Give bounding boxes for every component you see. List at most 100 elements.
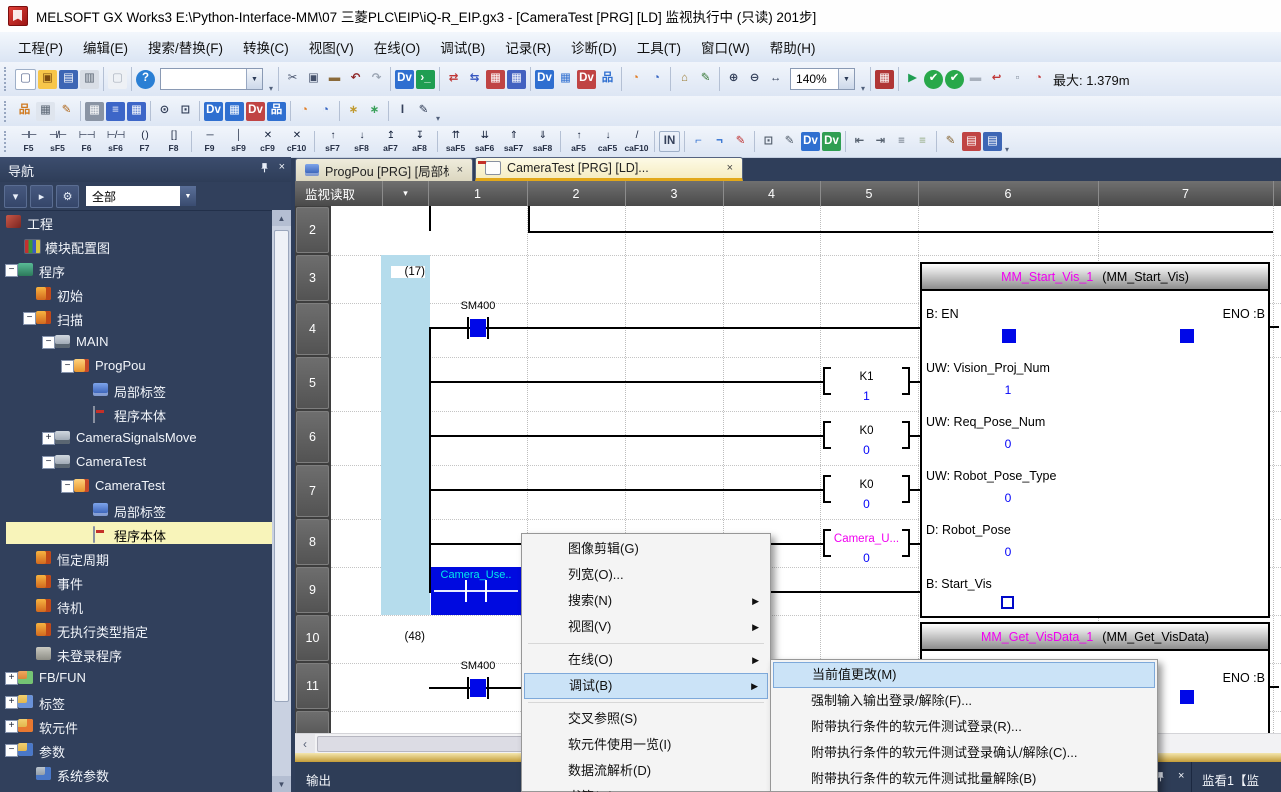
chevron-down-icon[interactable]: ▼ (246, 69, 262, 89)
menu-item-附带执行条件的软元件测试登录确认/解除(C)...[interactable]: 附带执行条件的软元件测试登录确认/解除(C)... (773, 740, 1155, 766)
menu-item-当前值更改(M)[interactable]: 当前值更改(M) (773, 662, 1155, 688)
tree-item-16[interactable]: 待机 (0, 594, 272, 618)
vertical-line-button[interactable]: │sF9 (224, 127, 253, 156)
toolbar-grip[interactable] (4, 67, 10, 91)
delete-hline-button[interactable]: ✕cF9 (253, 127, 282, 156)
branch-rising-closed-button[interactable]: ⇑saF7 (499, 127, 528, 156)
dev-green-icon[interactable]: Dv (822, 132, 841, 151)
menu-item-附带执行条件的软元件测试登录(R)...[interactable]: 附带执行条件的软元件测试登录(R)... (773, 714, 1155, 740)
device-tree-icon[interactable]: 品 (598, 70, 617, 89)
quick-find-combo[interactable]: ▼ (160, 68, 263, 90)
collapse-icon[interactable]: − (42, 456, 55, 469)
watch-window-tab[interactable]: 监看1【监 (1191, 762, 1281, 792)
tree-item-0[interactable]: 工程 (0, 210, 272, 234)
tree-item-13[interactable]: 程序本体 (0, 522, 272, 546)
toolbar-overflow-icon[interactable]: ▾ (861, 84, 865, 96)
menu-item-6[interactable]: 调试(B) (430, 32, 495, 62)
indent-left-icon[interactable]: ⇤ (850, 132, 869, 151)
verify-icon[interactable]: ▦ (486, 70, 505, 89)
tree-item-22[interactable]: −参数 (0, 738, 272, 762)
tree-item-12[interactable]: 局部标签 (0, 498, 272, 522)
new-file-icon[interactable]: ▢ (15, 69, 36, 90)
menu-item-2[interactable]: 搜索/替换(F) (138, 32, 233, 62)
paste-icon[interactable]: ▬ (325, 70, 344, 89)
document-tab-0[interactable]: ProgPou [PRG] [局部标...× (295, 158, 473, 181)
settings-edit-icon[interactable]: ✎ (696, 70, 715, 89)
tree-filter-dropdown[interactable]: 全部 ▼ (86, 186, 196, 206)
chevron-down-icon[interactable]: ▼ (180, 186, 196, 206)
align-list2-icon[interactable]: ≡ (913, 132, 932, 151)
ladder-editor[interactable]: 234567891011(17)(48)SM400SM400Camera_Use… (295, 206, 1281, 733)
expand-icon[interactable]: + (5, 672, 18, 685)
paste-gray-icon[interactable]: ▬ (966, 70, 985, 89)
contact-symbol[interactable] (467, 317, 469, 339)
watch-stop-icon[interactable]: ◔ (647, 70, 666, 89)
delete-vline-button[interactable]: ✕cF10 (282, 127, 311, 156)
wire-branch2-icon[interactable]: ¬ (710, 132, 729, 151)
tree-item-23[interactable]: 系统参数 (0, 762, 272, 786)
close-tab-icon[interactable]: × (457, 164, 463, 176)
tree-item-20[interactable]: +标签 (0, 690, 272, 714)
zoom-out-icon[interactable]: ⊖ (745, 70, 764, 89)
print-icon[interactable]: ▥ (80, 70, 99, 89)
timer-error-icon[interactable]: ◔ (1029, 70, 1048, 89)
comment-pen-icon[interactable]: ✎ (941, 132, 960, 151)
scroll-down-icon[interactable]: ▼ (272, 776, 291, 792)
wire-branch1-icon[interactable]: ⌐ (689, 132, 708, 151)
expand-tree-button[interactable]: ▸ (30, 185, 53, 208)
ok-return-icon[interactable]: ↩ (987, 70, 1006, 89)
falling-transition-button[interactable]: ↓caF5 (593, 127, 622, 156)
device-k-icon[interactable]: Dv (204, 102, 223, 121)
menu-item-9[interactable]: 工具(T) (627, 32, 691, 62)
zoom-fit-icon[interactable]: ↔ (766, 70, 785, 89)
menu-item-书签(M)[interactable]: 书签(M) (524, 784, 768, 792)
menu-item-数据流解析(D)[interactable]: 数据流解析(D) (524, 758, 768, 784)
chip-icon[interactable]: ▦ (85, 102, 104, 121)
navigation-scrollbar[interactable]: ▲ ▼ (272, 210, 291, 792)
open-contact-button[interactable]: ⊣⊢F5 (14, 127, 43, 156)
help-icon[interactable]: ? (136, 70, 155, 89)
invert-result-button[interactable]: /caF10 (622, 127, 651, 156)
contact-symbol[interactable] (487, 317, 489, 339)
device-r-icon[interactable]: Dv (246, 102, 265, 121)
stopwatch-orange-icon[interactable]: ◔ (295, 102, 314, 121)
toolbar-grip[interactable] (4, 131, 10, 153)
menu-item-交叉参照(S)[interactable]: 交叉参照(S) (524, 706, 768, 732)
ref-edit-icon[interactable]: ∗ (365, 102, 384, 121)
settings-hand-icon[interactable]: ⌂ (675, 70, 694, 89)
ref-settings-icon[interactable]: ∗ (344, 102, 363, 121)
dev-blue-icon[interactable]: Dv (801, 132, 820, 151)
stopwatch-blue-icon[interactable]: ◔ (316, 102, 335, 121)
save-blue-icon[interactable]: ▤ (983, 132, 1002, 151)
toolbar-grip[interactable] (4, 101, 10, 122)
tree-item-21[interactable]: +软元件 (0, 714, 272, 738)
open-file-icon[interactable]: ▣ (38, 70, 57, 89)
close-tab-icon[interactable]: × (727, 162, 733, 174)
scroll-left-icon[interactable]: ‹ (295, 734, 315, 754)
search-icon[interactable]: ⊙ (155, 102, 174, 121)
rising-pulse-closed-button[interactable]: ↥aF7 (376, 127, 405, 156)
menu-item-搜索(N)[interactable]: 搜索(N)▶ (524, 588, 768, 614)
redo-icon[interactable]: ↷ (367, 70, 386, 89)
tree-item-18[interactable]: 未登录程序 (0, 642, 272, 666)
expand-icon[interactable]: + (5, 720, 18, 733)
tree-item-8[interactable]: 程序本体 (0, 402, 272, 426)
menu-item-4[interactable]: 视图(V) (299, 32, 364, 62)
horizontal-line-button[interactable]: ─F9 (195, 127, 224, 156)
device-search-icon[interactable]: Dv (395, 70, 414, 89)
menu-item-10[interactable]: 窗口(W) (691, 32, 760, 62)
tree-item-10[interactable]: −CameraTest (0, 450, 272, 474)
tree-item-11[interactable]: −CameraTest (0, 474, 272, 498)
collapse-icon[interactable]: − (5, 264, 18, 277)
rising-transition-button[interactable]: ↑aF5 (564, 127, 593, 156)
menu-item-视图(V)[interactable]: 视图(V)▶ (524, 614, 768, 640)
tree-item-14[interactable]: 恒定周期 (0, 546, 272, 570)
collapse-icon[interactable]: − (42, 336, 55, 349)
collapse-icon[interactable]: − (61, 360, 74, 373)
copy-icon[interactable]: ▣ (304, 70, 323, 89)
chevron-down-icon[interactable]: ▼ (838, 69, 854, 89)
indent-right-icon[interactable]: ⇥ (871, 132, 890, 151)
write-to-plc-icon[interactable]: ⇄ (444, 70, 463, 89)
tree-item-4[interactable]: −扫描 (0, 306, 272, 330)
coil-button[interactable]: ( )F7 (130, 127, 159, 156)
